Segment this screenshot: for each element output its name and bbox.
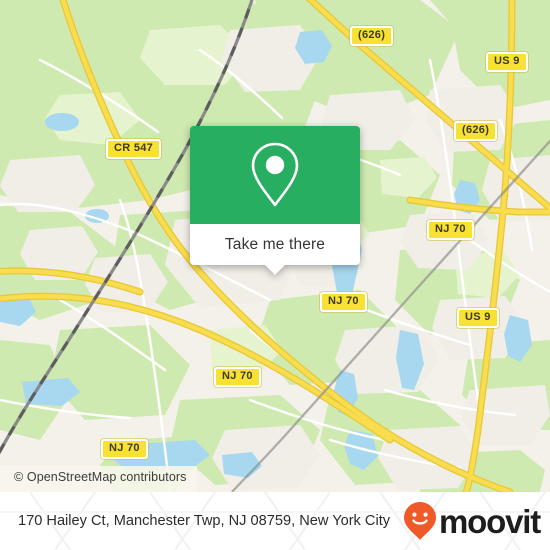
take-me-there-label: Take me there	[224, 235, 326, 253]
road-shield: (626)	[350, 26, 394, 46]
road-shield: NJ 70	[101, 439, 148, 459]
poi-card-action[interactable]: Take me there	[190, 224, 360, 275]
take-me-there-card[interactable]: Take me there	[190, 126, 360, 275]
road-shield: CR 547	[106, 139, 162, 159]
road-shield: NJ 70	[427, 220, 474, 240]
card-pointer-tail	[264, 264, 286, 275]
moovit-map-screen: (626) US 9 CR 547 (626) NJ 70 NJ 70 US 9…	[0, 0, 550, 550]
map-attribution[interactable]: © OpenStreetMap contributors	[0, 466, 197, 492]
road-shield: NJ 70	[320, 292, 367, 312]
moovit-wordmark: moovit	[439, 502, 541, 540]
address-text: 170 Hailey Ct, Manchester Twp, NJ 08759,…	[18, 512, 391, 529]
poi-card-header	[190, 126, 360, 224]
moovit-logo[interactable]: moovit	[403, 501, 550, 541]
road-shield: (626)	[454, 121, 498, 141]
road-shield: US 9	[457, 308, 499, 328]
road-shield: NJ 70	[214, 367, 261, 387]
bottom-info-bar: 170 Hailey Ct, Manchester Twp, NJ 08759,…	[0, 492, 550, 550]
moovit-smiley-pin-icon	[404, 502, 437, 540]
road-shield: US 9	[486, 52, 528, 72]
map-pin-icon	[251, 142, 299, 207]
